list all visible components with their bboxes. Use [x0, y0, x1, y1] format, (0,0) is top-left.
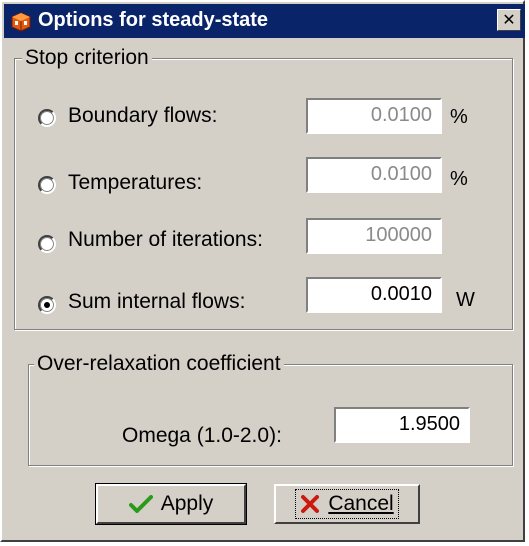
- number-of-iterations-field[interactable]: 100000: [306, 218, 442, 254]
- apply-label: Apply: [160, 492, 214, 515]
- label-number-of-iterations: Number of iterations:: [68, 228, 263, 251]
- radio-temperatures[interactable]: [38, 176, 56, 194]
- temperatures-field[interactable]: 0.0100: [306, 157, 442, 193]
- apply-button[interactable]: Apply: [95, 483, 247, 525]
- title-bar[interactable]: Options for steady-state ✕: [4, 4, 525, 38]
- stop-criterion-legend: Stop criterion: [22, 46, 152, 70]
- label-temperatures: Temperatures:: [68, 171, 203, 194]
- cancel-focus-rect: Cancel: [295, 489, 399, 519]
- label-sum-internal-flows: Sum internal flows:: [68, 290, 246, 313]
- radio-selected-dot: [44, 302, 50, 308]
- radio-number-of-iterations[interactable]: [38, 235, 56, 253]
- unit-sum-internal-flows: W: [456, 289, 475, 311]
- checkmark-icon: [128, 494, 153, 514]
- close-button[interactable]: ✕: [497, 9, 521, 31]
- boundary-flows-field[interactable]: 0.0100: [306, 98, 442, 134]
- sum-internal-flows-field[interactable]: 0.0010: [306, 277, 442, 313]
- label-omega: Omega (1.0-2.0):: [122, 424, 282, 447]
- over-relaxation-legend: Over-relaxation coefficient: [34, 352, 284, 376]
- x-icon: [300, 494, 320, 514]
- close-icon: ✕: [502, 12, 516, 29]
- radio-boundary-flows[interactable]: [38, 109, 56, 127]
- omega-field[interactable]: 1.9500: [334, 407, 470, 443]
- window-title: Options for steady-state: [38, 9, 269, 31]
- unit-temperatures: %: [450, 168, 468, 190]
- cancel-label: Cancel: [328, 492, 394, 515]
- app-cube-icon: [10, 11, 32, 33]
- radio-sum-internal-flows[interactable]: [38, 296, 56, 314]
- cancel-button[interactable]: Cancel: [274, 484, 420, 524]
- dialog-window: Options for steady-state ✕ Stop criterio…: [0, 0, 525, 542]
- label-boundary-flows: Boundary flows:: [68, 104, 218, 127]
- unit-boundary-flows: %: [450, 106, 468, 128]
